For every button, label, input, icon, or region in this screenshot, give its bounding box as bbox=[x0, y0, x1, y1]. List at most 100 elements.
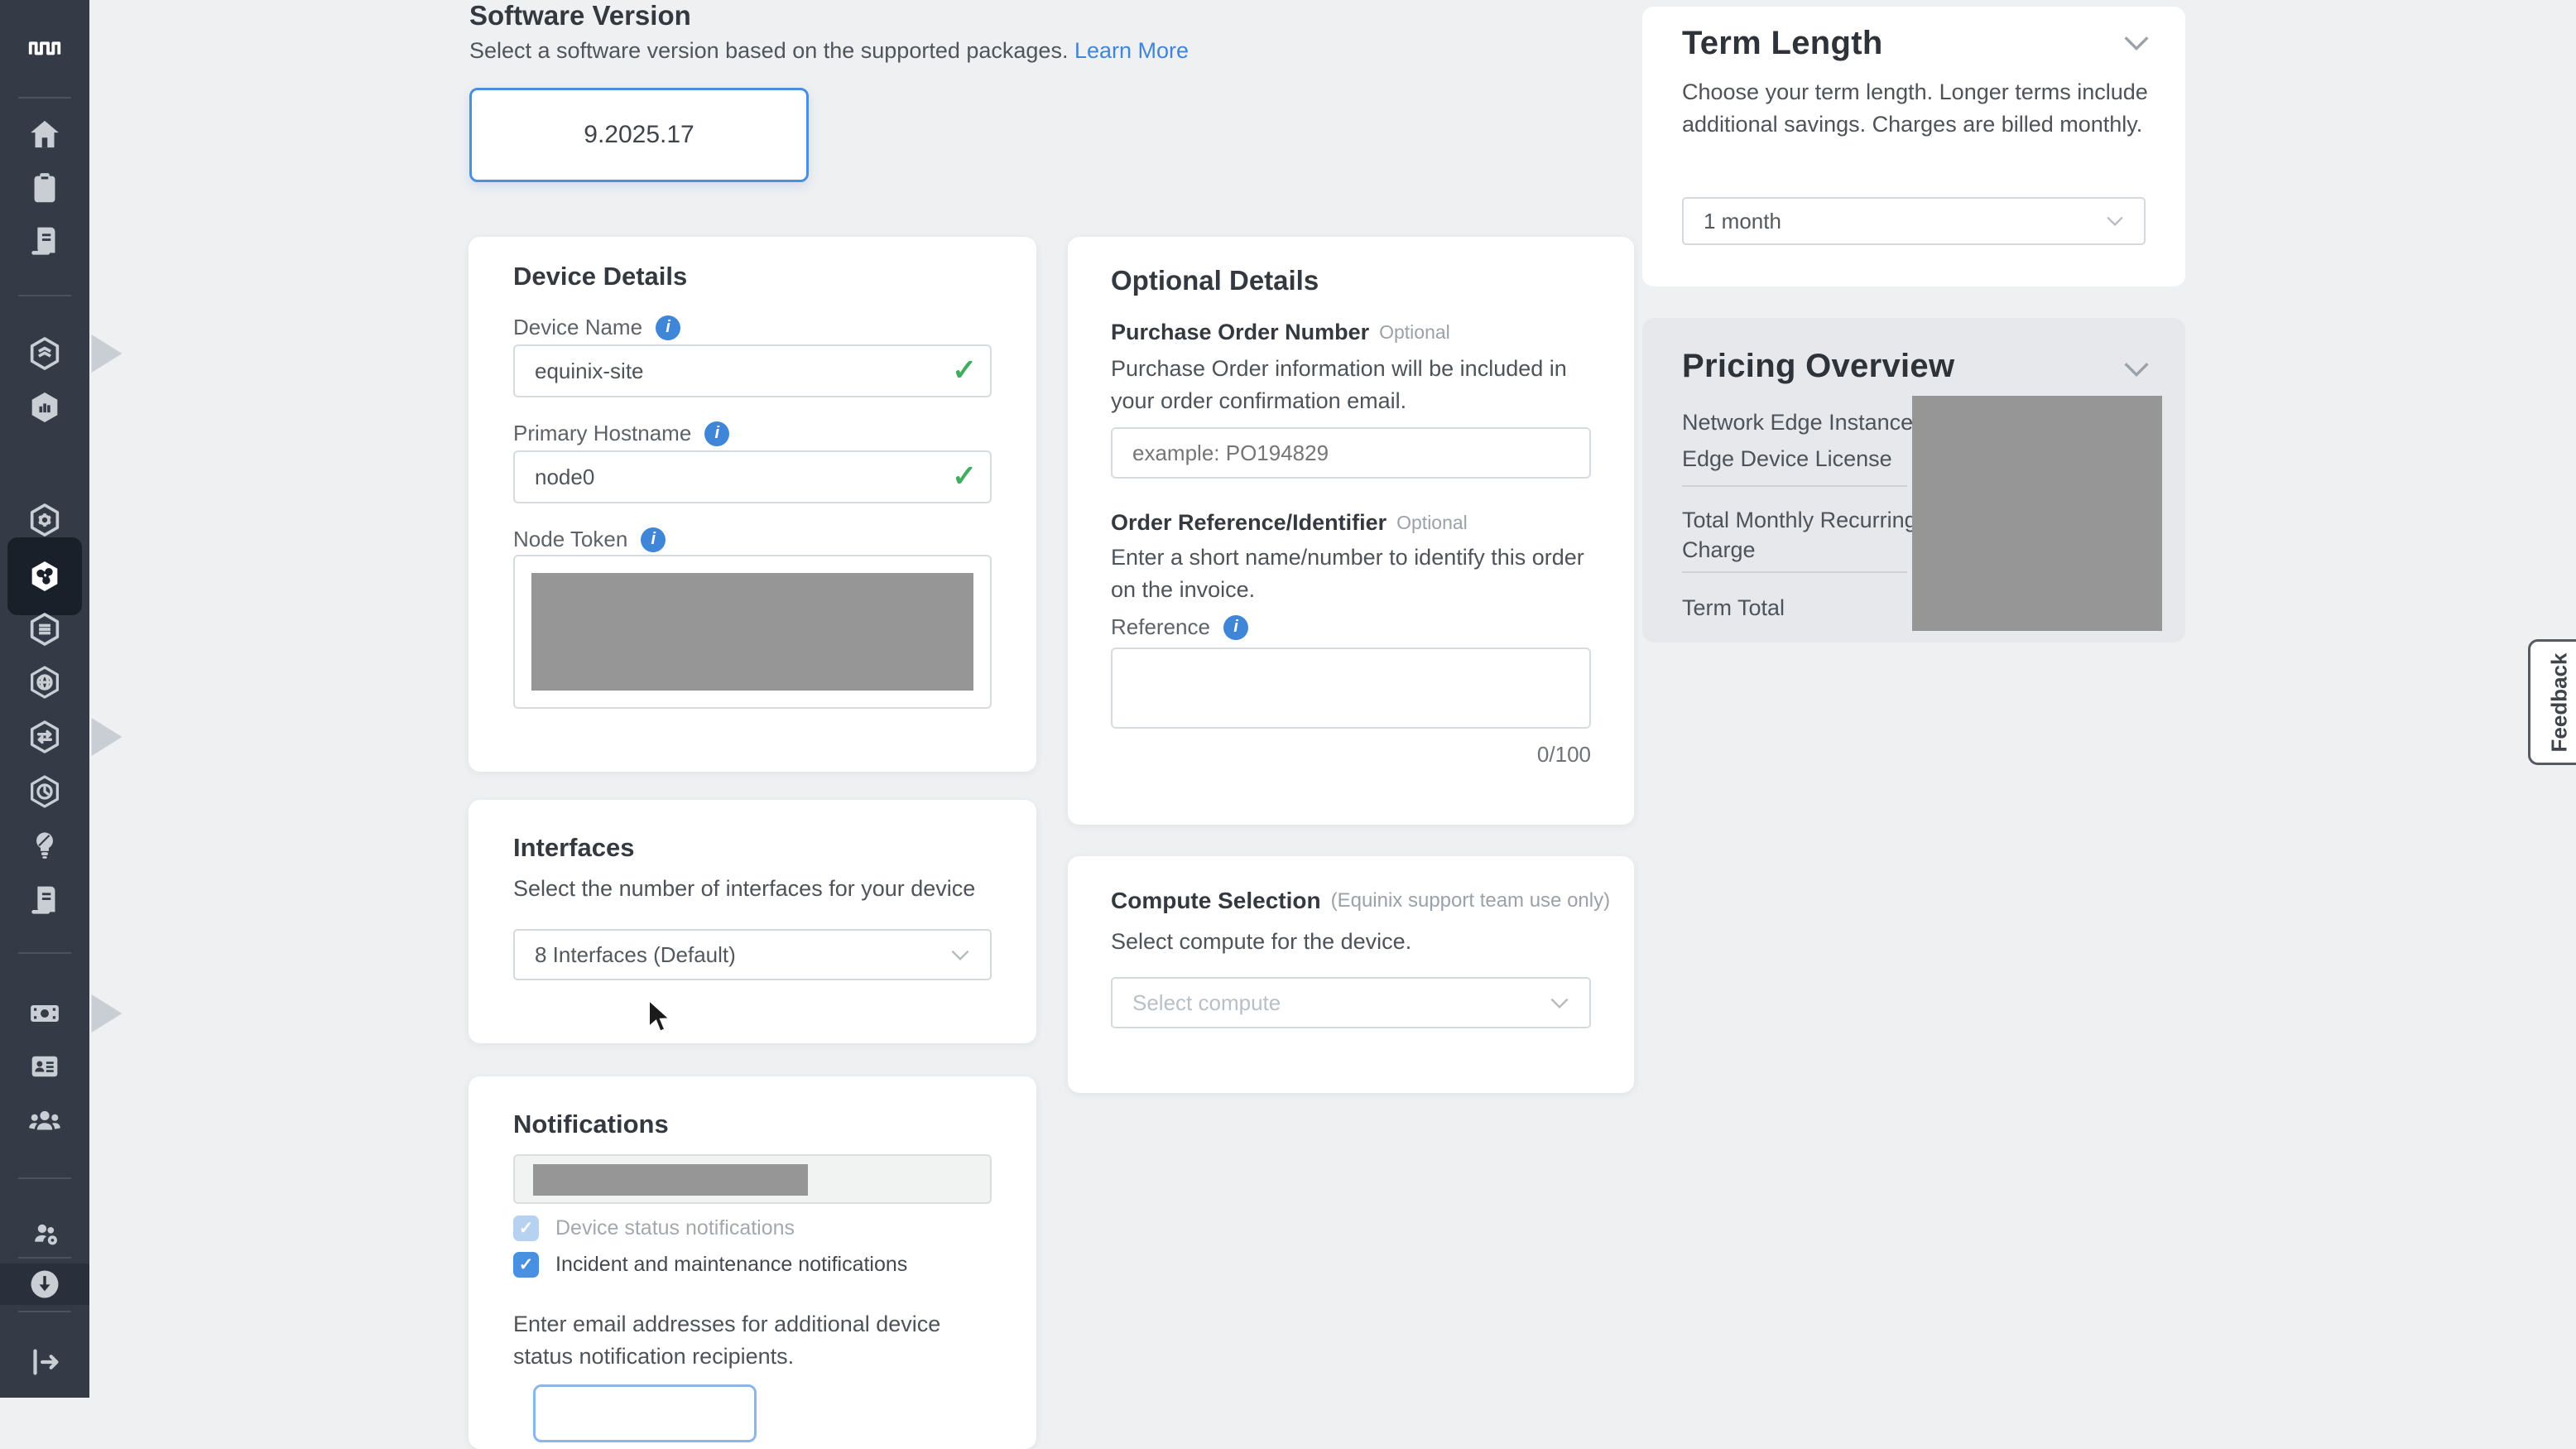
pricing-row-network-edge: Network Edge Instance bbox=[1682, 407, 1913, 437]
recipients-text: Enter email addresses for additional dev… bbox=[513, 1308, 977, 1373]
node-token-field[interactable] bbox=[513, 555, 992, 709]
optional-tag: Optional bbox=[1379, 321, 1450, 344]
compute-dropdown[interactable]: Select compute bbox=[1111, 977, 1591, 1028]
device-status-checkbox-label: Device status notifications bbox=[555, 1216, 795, 1240]
info-icon[interactable]: i bbox=[1223, 615, 1248, 640]
notification-email-field[interactable] bbox=[513, 1154, 992, 1204]
expand-arrow-icon bbox=[88, 718, 126, 756]
colocation-hex-layers-icon[interactable] bbox=[18, 327, 71, 380]
subtitle-text: Select a software version based on the s… bbox=[469, 38, 1068, 63]
info-icon[interactable]: i bbox=[656, 315, 680, 340]
chevron-down-icon bbox=[950, 949, 970, 961]
notifications-card: Notifications ✓ Device status notificati… bbox=[469, 1076, 1036, 1449]
contact-card-icon[interactable] bbox=[18, 1040, 71, 1093]
pricing-row-edge-license: Edge Device License bbox=[1682, 444, 1892, 474]
sidebar-divider bbox=[18, 1311, 71, 1312]
software-version-subtitle: Select a software version based on the s… bbox=[469, 38, 1189, 64]
users-group-icon[interactable] bbox=[18, 1095, 71, 1148]
compute-description: Select compute for the device. bbox=[1111, 926, 1411, 958]
pricing-divider bbox=[1682, 485, 1907, 487]
compute-selection-card: Compute Selection (Equinix support team … bbox=[1068, 856, 1634, 1093]
redacted-node-token bbox=[531, 573, 973, 691]
ideas-bulb-icon[interactable] bbox=[18, 818, 71, 871]
pricing-row-term-total: Term Total bbox=[1682, 593, 1785, 623]
primary-hostname-label: Primary Hostname bbox=[513, 421, 691, 446]
chevron-down-icon bbox=[2106, 215, 2124, 227]
sidebar-divider bbox=[18, 295, 71, 296]
feedback-tab[interactable]: Feedback bbox=[2528, 639, 2576, 765]
device-name-label: Device Name bbox=[513, 315, 642, 340]
mouse-cursor bbox=[647, 999, 675, 1041]
redacted-email bbox=[533, 1164, 808, 1196]
software-version-heading: Software Version bbox=[469, 0, 691, 31]
info-icon[interactable]: i bbox=[641, 527, 666, 552]
valid-check-icon: ✓ bbox=[952, 459, 977, 493]
interfaces-card: Interfaces Select the number of interfac… bbox=[469, 800, 1036, 1043]
reference-textarea[interactable] bbox=[1111, 647, 1591, 729]
optional-details-title: Optional Details bbox=[1111, 265, 1319, 296]
network-edge-hex-icon[interactable] bbox=[18, 550, 71, 603]
order-reference-description: Enter a short name/number to identify th… bbox=[1111, 542, 1591, 606]
expand-arrow-icon bbox=[88, 994, 126, 1033]
purchase-order-input[interactable] bbox=[1111, 427, 1591, 479]
char-counter: 0/100 bbox=[1537, 742, 1591, 768]
term-length-dropdown[interactable]: 1 month bbox=[1682, 197, 2146, 245]
pricing-overview-panel: Pricing Overview Network Edge Instance E… bbox=[1642, 318, 2185, 643]
purchase-order-description: Purchase Order information will be inclu… bbox=[1111, 353, 1591, 417]
logout-icon[interactable] bbox=[18, 1336, 71, 1389]
compute-selection-tag: (Equinix support team use only) bbox=[1331, 889, 1611, 912]
exchange-arrows-hex-icon[interactable] bbox=[18, 710, 71, 763]
interfaces-dropdown[interactable]: 8 Interfaces (Default) bbox=[513, 929, 992, 980]
compute-placeholder: Select compute bbox=[1132, 990, 1281, 1016]
sidebar-divider bbox=[18, 97, 71, 99]
incident-maintenance-checkbox-label: Incident and maintenance notifications bbox=[555, 1253, 907, 1277]
device-name-input[interactable] bbox=[513, 344, 992, 397]
sidebar-divider bbox=[18, 952, 71, 954]
pricing-row-total-monthly: Total Monthly Recurring Charge bbox=[1682, 505, 1930, 565]
pricing-overview-title: Pricing Overview bbox=[1682, 348, 1954, 385]
feedback-label: Feedback bbox=[2547, 652, 2573, 752]
chevron-down-icon bbox=[1550, 997, 1569, 1009]
interfaces-title: Interfaces bbox=[513, 833, 634, 863]
term-length-title: Term Length bbox=[1682, 25, 1883, 62]
compute-selection-title: Compute Selection bbox=[1111, 888, 1321, 914]
user-administration-icon[interactable] bbox=[18, 1207, 71, 1260]
device-status-checkbox: ✓ bbox=[513, 1216, 539, 1241]
home-icon[interactable] bbox=[18, 108, 71, 161]
document-receipt-icon[interactable] bbox=[18, 214, 71, 267]
pricing-divider bbox=[1682, 571, 1907, 573]
learn-more-link[interactable]: Learn More bbox=[1074, 38, 1189, 63]
add-email-button[interactable] bbox=[533, 1384, 757, 1442]
precision-time-clock-hex-icon[interactable] bbox=[18, 765, 71, 818]
notifications-title: Notifications bbox=[513, 1110, 669, 1139]
analytics-hex-icon[interactable] bbox=[18, 381, 71, 434]
stack-hex-icon[interactable] bbox=[18, 603, 71, 656]
optional-details-card: Optional Details Purchase Order Number O… bbox=[1068, 237, 1634, 825]
device-details-card: Device Details Device Name i ✓ Primary H… bbox=[469, 237, 1036, 772]
collapse-chevron-icon[interactable] bbox=[2122, 361, 2151, 382]
software-version-option[interactable]: 9.2025.17 bbox=[469, 88, 809, 182]
device-details-title: Device Details bbox=[513, 262, 687, 291]
incident-maintenance-checkbox[interactable]: ✓ bbox=[513, 1252, 539, 1278]
billing-money-icon[interactable] bbox=[18, 987, 71, 1040]
order-reference-label: Order Reference/Identifier bbox=[1111, 510, 1387, 536]
equinix-logo bbox=[18, 22, 71, 75]
purchase-order-label: Purchase Order Number bbox=[1111, 320, 1369, 345]
invoices-document-icon[interactable] bbox=[18, 873, 71, 926]
fabric-gear-hex-icon[interactable] bbox=[18, 493, 71, 546]
clipboard-icon[interactable] bbox=[18, 161, 71, 214]
reference-label: Reference bbox=[1111, 614, 1210, 640]
primary-hostname-input[interactable] bbox=[513, 450, 992, 503]
version-value: 9.2025.17 bbox=[584, 121, 694, 149]
term-length-panel: Term Length Choose your term length. Lon… bbox=[1642, 7, 2185, 286]
internet-access-globe-hex-icon[interactable] bbox=[18, 656, 71, 709]
collapse-chevron-icon[interactable] bbox=[2122, 35, 2151, 55]
downloads-icon[interactable] bbox=[18, 1258, 71, 1311]
info-icon[interactable]: i bbox=[704, 421, 729, 446]
sidebar bbox=[0, 0, 89, 1398]
redacted-pricing-values bbox=[1912, 396, 2162, 631]
valid-check-icon: ✓ bbox=[952, 353, 977, 388]
interfaces-selected-value: 8 Interfaces (Default) bbox=[535, 942, 736, 968]
node-token-label: Node Token bbox=[513, 527, 627, 552]
sidebar-divider bbox=[18, 1177, 71, 1179]
